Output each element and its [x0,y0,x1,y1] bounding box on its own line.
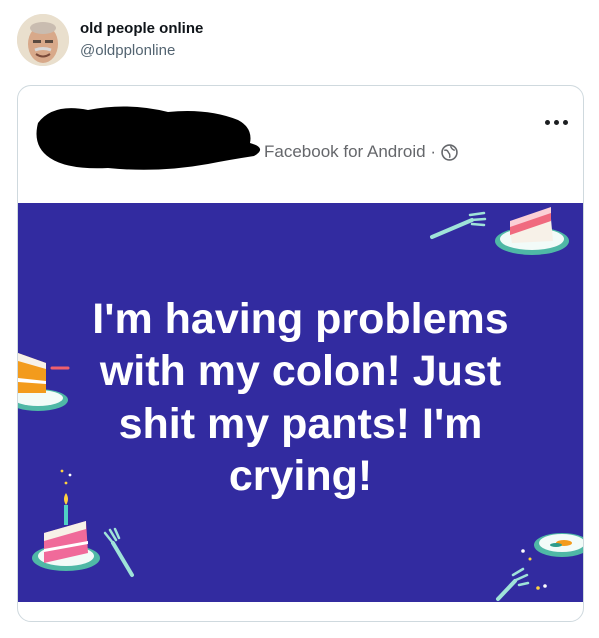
globe-icon [441,143,458,161]
cake-slice-icon [32,521,100,571]
embedded-post-card[interactable]: Facebook for Android · I'm having proble… [17,85,584,622]
post-background: I'm having problems with my colon! Just … [18,203,583,602]
redacted-name-scribble [36,106,261,170]
avatar-photo [17,14,69,66]
display-name[interactable]: old people online [80,20,203,37]
post-text: I'm having problems with my colon! Just … [92,295,509,501]
more-options-icon[interactable] [545,120,568,125]
cake-slice-icon [495,207,569,255]
source-label: Facebook for Android · [264,142,436,161]
fork-icon [496,567,547,601]
plate-icon [521,533,583,561]
account-handle[interactable]: @oldpplonline [80,42,175,59]
avatar[interactable] [17,14,69,66]
fork-icon [103,527,134,577]
fork-icon [430,211,487,239]
post-source: Facebook for Android · [264,142,458,162]
